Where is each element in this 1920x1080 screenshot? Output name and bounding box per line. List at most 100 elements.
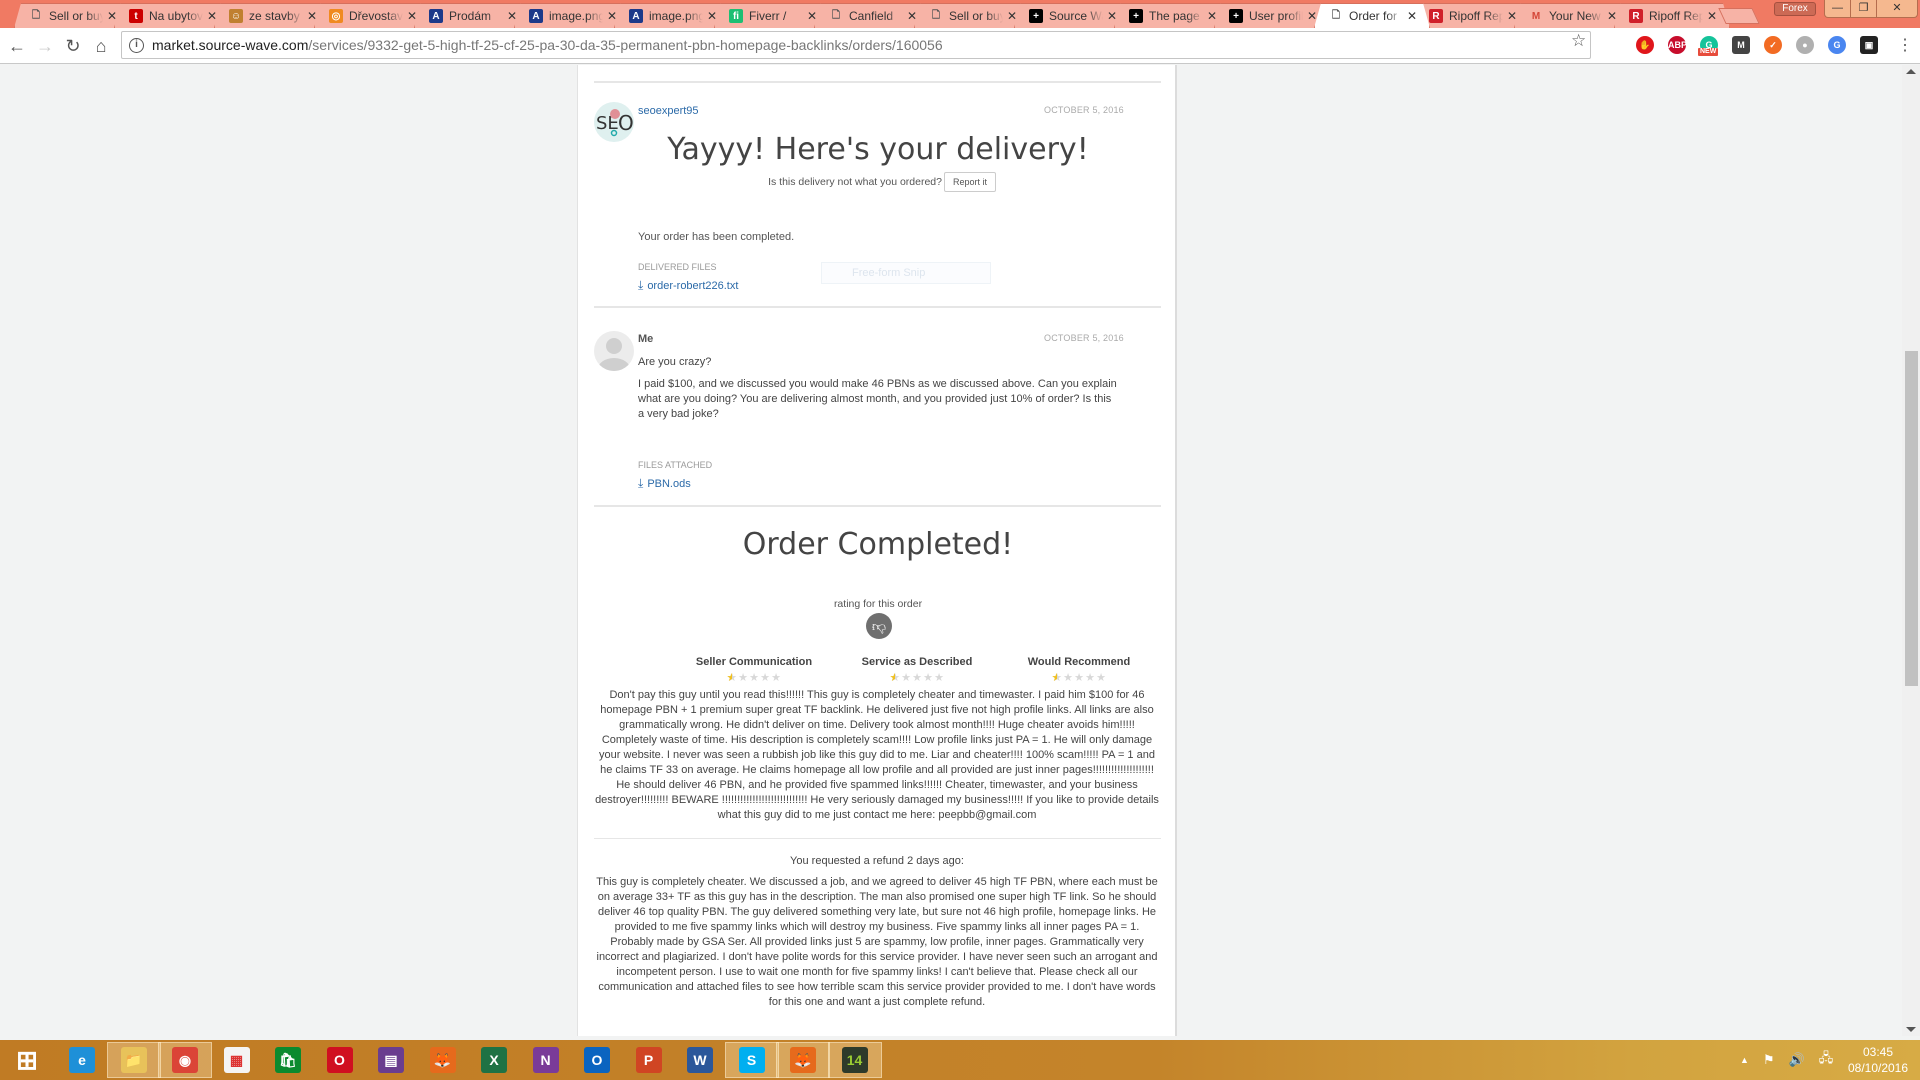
clock-date: 08/10/2016 — [1847, 1061, 1909, 1075]
browser-tab[interactable]: 🗋 Sell or buy ✕ — [914, 3, 1030, 28]
browser-tab[interactable]: ☺ ze stavby ✕ — [214, 3, 330, 28]
browser-tab[interactable]: R Ripoff Report ✕ — [1614, 3, 1730, 28]
taskbar-app-14[interactable]: 14 — [827, 1042, 882, 1078]
chat-bubbles-icon[interactable]: ● — [1796, 36, 1814, 54]
bookmark-star-icon[interactable]: ☆ — [1571, 32, 1586, 49]
seller-username[interactable]: seoexpert95 — [638, 105, 699, 117]
close-tab-icon[interactable]: ✕ — [607, 9, 617, 23]
taskbar-apps-grid[interactable]: ▦ — [210, 1042, 264, 1078]
volume-icon[interactable]: 🔊 — [1789, 1052, 1805, 1068]
home-button[interactable]: ⌂ — [89, 34, 113, 58]
delivered-file-link[interactable]: ⤓ order-robert226.txt — [638, 278, 738, 293]
system-tray: ▲ ⚑ 🔊 🖧 — [1740, 1040, 1833, 1080]
browser-tab[interactable]: ◎ Dřevostavby ✕ — [314, 3, 430, 28]
orange-broom-icon[interactable]: ✓ — [1764, 36, 1782, 54]
profile-button[interactable]: Forex — [1774, 2, 1816, 16]
browser-tab[interactable]: 🗋 Canfield ✕ — [814, 3, 930, 28]
close-tab-icon[interactable]: ✕ — [1607, 9, 1617, 23]
close-tab-icon[interactable]: ✕ — [1207, 9, 1217, 23]
browser-tab[interactable]: R Ripoff Report ✕ — [1414, 3, 1530, 28]
taskbar-firefox[interactable]: 🦊 — [416, 1042, 470, 1078]
cartoon-icon: ☺ — [230, 10, 242, 22]
browser-tab[interactable]: Aimage.png ✕ — [514, 3, 630, 28]
new-tab-button[interactable] — [1718, 8, 1760, 24]
info-icon[interactable]: i — [129, 37, 144, 53]
close-tab-icon[interactable]: ✕ — [107, 9, 117, 23]
browser-tab[interactable]: 🗋 Order for ✕ — [1314, 3, 1430, 28]
close-window-button[interactable]: ✕ — [1877, 0, 1917, 17]
close-tab-icon[interactable]: ✕ — [407, 9, 417, 23]
minimize-button[interactable]: — — [1825, 0, 1851, 17]
close-tab-icon[interactable]: ✕ — [1707, 9, 1717, 23]
page-scrollbar[interactable] — [1902, 65, 1920, 1036]
taskbar-powerpoint[interactable]: P — [622, 1042, 676, 1078]
taskbar-excel[interactable]: X — [467, 1042, 521, 1078]
show-hidden-icons-icon[interactable]: ▲ — [1740, 1055, 1749, 1065]
plus-icon: + — [1229, 9, 1243, 23]
close-tab-icon[interactable]: ✕ — [1507, 9, 1517, 23]
divider — [594, 306, 1161, 308]
rating-category-label: Seller Communication — [695, 656, 813, 668]
taskbar-skype[interactable]: S — [724, 1042, 779, 1078]
opera-vpn-icon[interactable]: ✋ — [1636, 36, 1654, 54]
browser-tab[interactable]: t Na ubytování ✕ — [114, 3, 230, 28]
close-tab-icon[interactable]: ✕ — [1307, 9, 1317, 23]
adblock-plus-icon[interactable]: ABP — [1668, 36, 1687, 54]
taskbar-word[interactable]: W — [673, 1042, 727, 1078]
reload-button[interactable]: ↻ — [61, 34, 85, 58]
network-icon[interactable]: 🖧 — [1819, 1049, 1834, 1071]
taskbar-onenote[interactable]: N — [519, 1042, 573, 1078]
close-tab-icon[interactable]: ✕ — [1107, 9, 1117, 23]
taskbar-outlook[interactable]: O — [570, 1042, 624, 1078]
attached-file-link[interactable]: ⤓ PBN.ods — [638, 476, 691, 491]
powerpoint-icon: P — [635, 1047, 662, 1073]
outlook-icon: O — [584, 1047, 610, 1073]
google-translate-icon[interactable]: G — [1828, 36, 1846, 54]
browser-tab[interactable]: Aimage.png ✕ — [614, 3, 730, 28]
restore-button[interactable]: ❐ — [1851, 0, 1877, 17]
close-tab-icon[interactable]: ✕ — [907, 9, 917, 23]
close-tab-icon[interactable]: ✕ — [207, 9, 217, 23]
taskbar-opera[interactable]: O — [313, 1042, 367, 1078]
clock[interactable]: 03:45 08/10/2016 — [1840, 1044, 1916, 1076]
taskbar-firefox-2[interactable]: 🦊 — [776, 1042, 830, 1078]
chrome-menu-button[interactable]: ⋮ — [1893, 34, 1917, 58]
address-bar[interactable]: i market.source-wave.com/services/9332-g… — [121, 31, 1591, 59]
back-button[interactable]: ← — [5, 34, 29, 58]
close-tab-icon[interactable]: ✕ — [1007, 9, 1017, 23]
tab-title: Your New — [1549, 9, 1601, 23]
close-tab-icon[interactable]: ✕ — [707, 9, 717, 23]
browser-tab[interactable]: M Your New ✕ — [1514, 3, 1630, 28]
close-tab-icon[interactable]: ✕ — [807, 9, 817, 23]
browser-tab[interactable]: + The page ✕ — [1114, 3, 1230, 28]
m-extension-icon[interactable]: M — [1732, 36, 1750, 54]
taskbar-internet-explorer[interactable]: e — [55, 1042, 109, 1078]
firefox-icon: 🦊 — [429, 1047, 456, 1073]
my-avatar[interactable] — [594, 331, 634, 371]
close-tab-icon[interactable]: ✕ — [307, 9, 317, 23]
dark-extension-icon[interactable]: ▣ — [1860, 36, 1878, 54]
browser-tab[interactable]: + User profile ✕ — [1214, 3, 1330, 28]
forward-button[interactable]: → — [33, 34, 57, 58]
taskbar-start-button[interactable]: ⊞ — [0, 1042, 54, 1078]
scroll-up-arrow-icon[interactable] — [1906, 69, 1916, 74]
t-logo-icon: t — [129, 9, 143, 23]
document-icon: 🗋 — [1331, 9, 1341, 21]
report-it-button[interactable]: Report it — [944, 172, 996, 192]
scrollbar-thumb[interactable] — [1905, 350, 1918, 686]
taskbar-winrar[interactable]: ▤ — [364, 1042, 418, 1078]
close-tab-icon[interactable]: ✕ — [1407, 9, 1417, 23]
taskbar-file-explorer[interactable]: 📁 — [106, 1042, 161, 1078]
browser-tab[interactable]: A Prodám ✕ — [414, 3, 530, 28]
browser-tab[interactable]: + Source Wave ✕ — [1014, 3, 1130, 28]
browser-tab[interactable]: 🗋 Sell or buy ✕ — [14, 3, 130, 28]
browser-tab[interactable]: fi Fiverr / ✕ — [714, 3, 830, 28]
action-center-flag-icon[interactable]: ⚑ — [1763, 1052, 1775, 1068]
close-tab-icon[interactable]: ✕ — [507, 9, 517, 23]
more-vertical-icon: ⋮ — [1897, 37, 1913, 54]
star-icon: ★ — [1063, 672, 1073, 684]
scroll-down-arrow-icon[interactable] — [1906, 1027, 1916, 1032]
taskbar-chrome[interactable]: ◉ — [158, 1042, 212, 1078]
grammarly-icon[interactable]: G NEW — [1698, 36, 1719, 56]
taskbar-windows-store[interactable]: 🛍 — [261, 1042, 315, 1078]
